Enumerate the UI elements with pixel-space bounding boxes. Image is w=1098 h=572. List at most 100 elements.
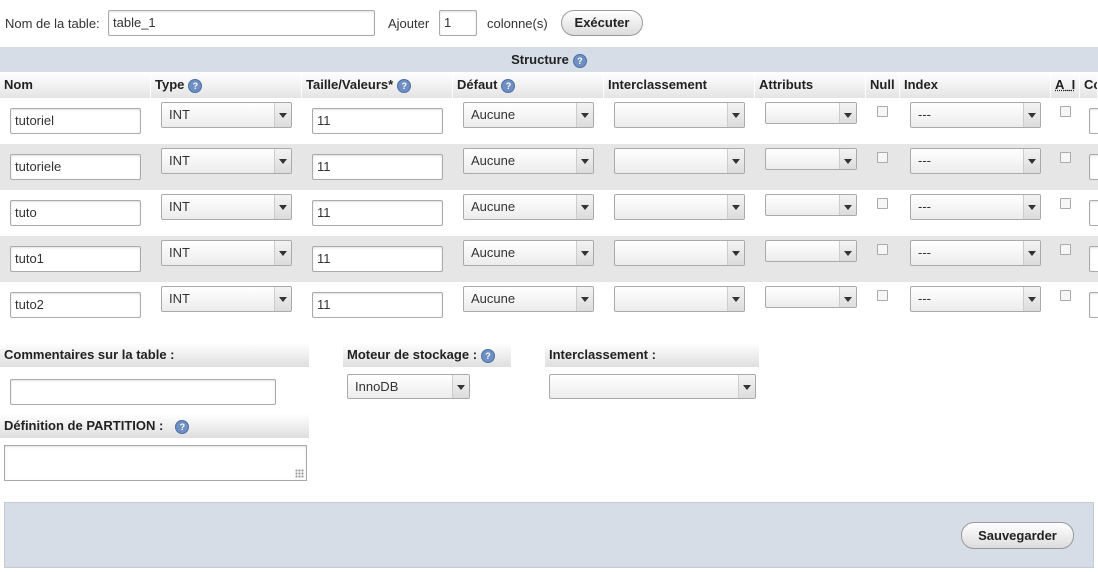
comment-input[interactable]	[1089, 154, 1098, 180]
column-name-input[interactable]: tuto2	[10, 292, 141, 318]
default-select[interactable]: Aucune	[463, 194, 594, 220]
col-header-co-label: Co	[1084, 77, 1097, 92]
chevron-down-icon	[274, 195, 291, 219]
index-select[interactable]: ---	[910, 148, 1041, 174]
auto-increment-checkbox[interactable]	[1060, 106, 1071, 117]
table-collation-label: Interclassement :	[549, 347, 656, 362]
chevron-down-icon	[1023, 149, 1040, 173]
index-value: ---	[918, 291, 931, 306]
footer-panel: Sauvegarder	[4, 502, 1094, 568]
help-icon[interactable]: ?	[481, 348, 496, 363]
chevron-down-icon	[839, 241, 856, 261]
chevron-down-icon	[1023, 287, 1040, 311]
chevron-down-icon	[727, 103, 744, 127]
attributes-select[interactable]	[765, 194, 857, 216]
null-checkbox[interactable]	[877, 244, 888, 255]
default-value: Aucune	[471, 245, 516, 260]
col-header-null-label: Null	[870, 77, 895, 92]
index-value: ---	[918, 199, 931, 214]
help-icon[interactable]: ?	[397, 78, 412, 93]
col-header-index: Index	[900, 72, 1051, 98]
size-input[interactable]: 11	[312, 154, 443, 180]
col-header-nom-label: Nom	[4, 77, 33, 92]
chevron-down-icon	[576, 287, 593, 311]
storage-engine-select[interactable]: InnoDB	[347, 374, 470, 399]
type-select[interactable]: INT	[161, 194, 292, 220]
size-input[interactable]: 11	[312, 246, 443, 272]
chevron-down-icon	[727, 195, 744, 219]
help-icon[interactable]: ?	[501, 78, 516, 93]
col-header-type: Type?	[151, 72, 302, 98]
auto-increment-checkbox[interactable]	[1060, 244, 1071, 255]
collation-select[interactable]	[614, 286, 745, 312]
chevron-down-icon	[839, 149, 856, 169]
comment-input[interactable]	[1089, 246, 1098, 272]
partition-definition-textarea[interactable]	[4, 445, 307, 481]
chevron-down-icon	[727, 241, 744, 265]
collation-select[interactable]	[614, 148, 745, 174]
index-value: ---	[918, 153, 931, 168]
table-name-label: Nom de la table:	[5, 16, 100, 31]
index-select[interactable]: ---	[910, 102, 1041, 128]
collation-select[interactable]	[614, 240, 745, 266]
add-columns-count-input[interactable]: 1	[439, 10, 477, 36]
table-row: tuto INT 11 Aucune ---	[0, 190, 1098, 236]
null-checkbox[interactable]	[877, 106, 888, 117]
comments-label: Commentaires sur la table :	[4, 347, 175, 362]
auto-increment-checkbox[interactable]	[1060, 152, 1071, 163]
size-input[interactable]: 11	[312, 200, 443, 226]
auto-increment-checkbox[interactable]	[1060, 290, 1071, 301]
save-button[interactable]: Sauvegarder	[961, 522, 1074, 549]
column-name-input[interactable]: tutoriele	[10, 154, 141, 180]
help-icon[interactable]: ?	[188, 78, 203, 93]
type-select[interactable]: INT	[161, 240, 292, 266]
help-icon[interactable]: ?	[572, 53, 587, 68]
table-comments-input[interactable]	[10, 379, 276, 405]
index-select[interactable]: ---	[910, 240, 1041, 266]
attributes-select[interactable]	[765, 102, 857, 124]
chevron-down-icon	[1023, 195, 1040, 219]
engine-label: Moteur de stockage :	[347, 347, 478, 362]
type-select[interactable]: INT	[161, 286, 292, 312]
null-checkbox[interactable]	[877, 198, 888, 209]
table-row: tutoriel INT 11 Aucune ---	[0, 98, 1098, 144]
columns-label: colonne(s)	[487, 16, 548, 31]
collation-select[interactable]	[614, 102, 745, 128]
collation-select[interactable]	[614, 194, 745, 220]
default-select[interactable]: Aucune	[463, 102, 594, 128]
attributes-select[interactable]	[765, 240, 857, 262]
null-checkbox[interactable]	[877, 290, 888, 301]
default-select[interactable]: Aucune	[463, 240, 594, 266]
index-select[interactable]: ---	[910, 194, 1041, 220]
auto-increment-checkbox[interactable]	[1060, 198, 1071, 209]
attributes-select[interactable]	[765, 148, 857, 170]
execute-button[interactable]: Exécuter	[561, 10, 643, 36]
resize-grip-icon[interactable]	[295, 469, 304, 478]
col-header-defaut-label: Défaut	[457, 77, 498, 92]
engine-header: Moteur de stockage :?	[343, 343, 511, 367]
col-header-interclassement: Interclassement	[604, 72, 755, 98]
column-name-input[interactable]: tuto1	[10, 246, 141, 272]
type-select[interactable]: INT	[161, 148, 292, 174]
comment-input[interactable]	[1089, 292, 1098, 318]
type-select[interactable]: INT	[161, 102, 292, 128]
comment-input[interactable]	[1089, 200, 1098, 226]
index-select[interactable]: ---	[910, 286, 1041, 312]
default-select[interactable]: Aucune	[463, 148, 594, 174]
table-name-input[interactable]: table_1	[108, 10, 375, 36]
null-checkbox[interactable]	[877, 152, 888, 163]
help-icon[interactable]: ?	[175, 419, 190, 434]
attributes-select[interactable]	[765, 286, 857, 308]
chevron-down-icon	[727, 287, 744, 311]
col-header-taille: Taille/Valeurs*?	[302, 72, 453, 98]
size-input[interactable]: 11	[312, 292, 443, 318]
default-select[interactable]: Aucune	[463, 286, 594, 312]
chevron-down-icon	[1023, 241, 1040, 265]
partition-label: Définition de PARTITION :	[4, 418, 164, 433]
table-collation-select[interactable]	[549, 374, 756, 399]
chevron-down-icon	[274, 103, 291, 127]
column-name-input[interactable]: tutoriel	[10, 108, 141, 134]
size-input[interactable]: 11	[312, 108, 443, 134]
comment-input[interactable]	[1089, 108, 1098, 134]
column-name-input[interactable]: tuto	[10, 200, 141, 226]
